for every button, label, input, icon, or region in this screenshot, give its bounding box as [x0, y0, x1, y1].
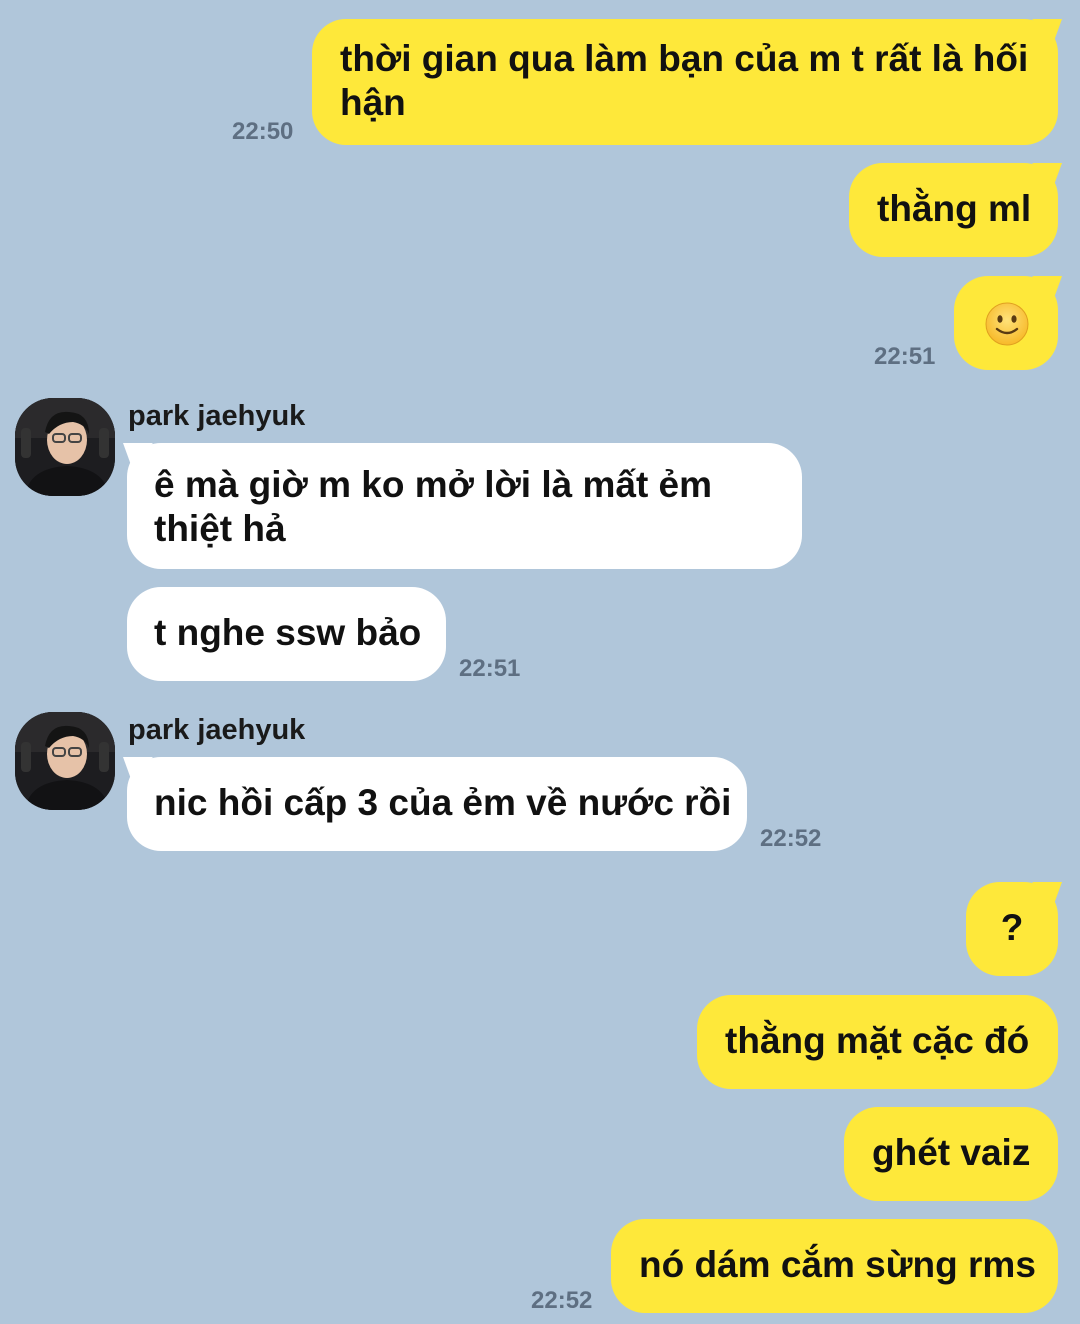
avatar-photo: [15, 712, 115, 810]
my-message-bubble[interactable]: ghét vaiz: [844, 1107, 1058, 1201]
message-text-line: thiệt hả: [154, 508, 286, 549]
message-text-line: hận: [340, 82, 406, 123]
my-message-bubble[interactable]: thằng mặt cặc đó: [697, 995, 1058, 1089]
my-message-bubble[interactable]: thằng ml: [849, 163, 1062, 257]
avatar-photo: [15, 398, 115, 496]
contact-message-bubble[interactable]: ê mà giờ m ko mở lời là mất ẻm thiệt hả: [123, 443, 802, 569]
message-text: thằng ml: [877, 188, 1032, 229]
my-message-bubble[interactable]: thời gian qua làm bạn của m t rất là hối…: [312, 19, 1062, 145]
message-text: ghét vaiz: [872, 1132, 1031, 1173]
message-timestamp: 22:51: [459, 655, 521, 682]
slightly-smiling-face-icon: [985, 302, 1029, 346]
contact-message-bubble[interactable]: t nghe ssw bảo: [127, 587, 446, 681]
message-text: nó dám cắm sừng rms: [639, 1244, 1036, 1285]
contact-message-bubble[interactable]: nic hồi cấp 3 của ẻm về nước rồi: [123, 757, 747, 851]
sender-name: park jaehyuk: [128, 714, 306, 746]
contact-avatar[interactable]: [15, 712, 115, 810]
message-timestamp: 22:51: [874, 343, 936, 370]
message-text: t nghe ssw bảo: [154, 612, 422, 653]
message-text: nic hồi cấp 3 của ẻm về nước rồi: [154, 782, 732, 823]
message-text: thằng mặt cặc đó: [725, 1020, 1030, 1061]
contact-avatar[interactable]: [15, 398, 115, 496]
my-message-bubble[interactable]: ?: [966, 882, 1062, 976]
message-text-line: ê mà giờ m ko mở lời là mất ẻm: [154, 464, 713, 505]
message-timestamp: 22:52: [760, 825, 822, 852]
message-timestamp: 22:50: [232, 118, 294, 145]
message-text-line: thời gian qua làm bạn của m t rất là hối: [340, 38, 1029, 79]
my-message-bubble[interactable]: nó dám cắm sừng rms: [611, 1219, 1058, 1313]
message-timestamp: 22:52: [531, 1287, 593, 1314]
my-emoji-bubble[interactable]: [954, 276, 1062, 370]
message-text: ?: [1000, 907, 1024, 948]
sender-name: park jaehyuk: [128, 400, 306, 432]
